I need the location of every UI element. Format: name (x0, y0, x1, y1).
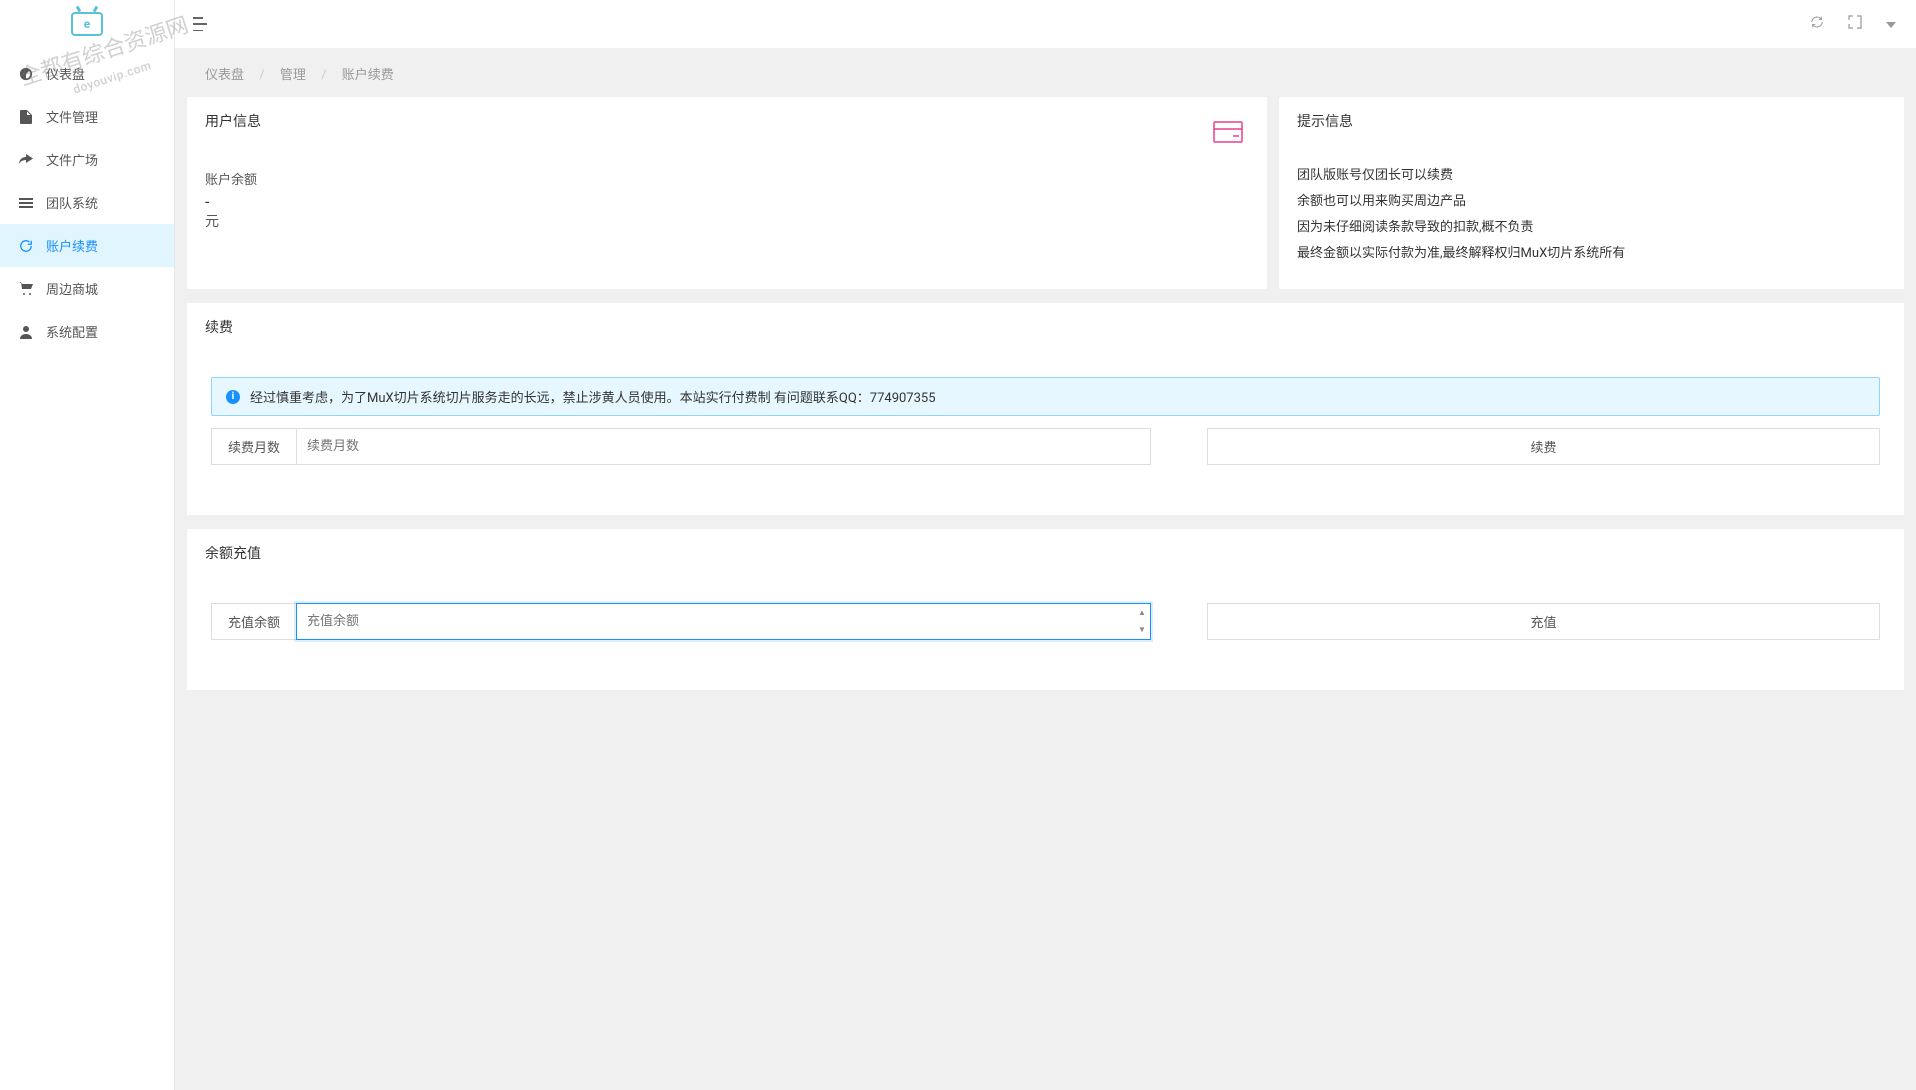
nav-label: 文件管理 (46, 107, 98, 126)
sidebar-item-settings[interactable]: 系统配置 (0, 310, 174, 353)
alert-text: 经过慎重考虑，为了MuX切片系统切片服务走的长远，禁止涉黄人员使用。本站实行付费… (250, 387, 936, 406)
balance-value: - (205, 192, 1195, 211)
spinner-up-icon[interactable]: ▲ (1134, 604, 1150, 622)
spinner-down-icon[interactable]: ▼ (1134, 622, 1150, 640)
logo[interactable]: e (0, 0, 174, 48)
card-title: 提示信息 (1279, 97, 1904, 145)
sidebar-item-renew[interactable]: 账户续费 (0, 224, 174, 267)
user-icon (18, 324, 34, 340)
months-input[interactable] (296, 428, 1151, 465)
recharge-button[interactable]: 充值 (1207, 603, 1880, 640)
tip-item: 因为未仔细阅读条款导致的扣款,概不负责 (1297, 215, 1886, 241)
nav-label: 文件广场 (46, 150, 98, 169)
nav-label: 团队系统 (46, 193, 98, 212)
fullscreen-icon[interactable] (1848, 15, 1862, 33)
dashboard-icon (18, 66, 34, 82)
file-icon (18, 109, 34, 125)
sidebar-item-files[interactable]: 文件管理 (0, 95, 174, 138)
dropdown-icon[interactable] (1886, 16, 1896, 32)
tip-item: 团队版账号仅团长可以续费 (1297, 163, 1886, 189)
cart-icon (18, 281, 34, 297)
section-title: 续费 (187, 303, 1904, 377)
breadcrumb: 仪表盘 / 管理 / 账户续费 (187, 60, 1904, 97)
recharge-section: 余额充值 充值余额 ▲ ▼ 充值 (187, 529, 1904, 690)
tip-item: 余额也可以用来购买周边产品 (1297, 189, 1886, 215)
main-content: 仪表盘 / 管理 / 账户续费 用户信息 账户余额 - 元 提示信息 团队版账号… (175, 48, 1916, 1090)
tip-item: 最终金额以实际付款为准,最终解释权归MuX切片系统所有 (1297, 241, 1886, 267)
nav-label: 账户续费 (46, 236, 98, 255)
section-title: 余额充值 (187, 529, 1904, 603)
refresh-icon[interactable] (1810, 15, 1824, 33)
breadcrumb-separator: / (259, 68, 264, 83)
breadcrumb-item: 账户续费 (342, 68, 394, 83)
input-label: 充值余额 (211, 603, 296, 640)
breadcrumb-item[interactable]: 管理 (280, 68, 306, 83)
header-left (187, 17, 203, 31)
months-input-group: 续费月数 (211, 428, 1151, 465)
sidebar: e 仪表盘 文件管理 文件广场 团队系统 (0, 0, 175, 1090)
refresh-icon (18, 238, 34, 254)
renew-section: 续费 i 经过慎重考虑，为了MuX切片系统切片服务走的长远，禁止涉黄人员使用。本… (187, 303, 1904, 515)
amount-input-group: 充值余额 ▲ ▼ (211, 603, 1151, 640)
menu-icon (18, 195, 34, 211)
amount-input[interactable] (296, 603, 1151, 640)
tips-card: 提示信息 团队版账号仅团长可以续费 余额也可以用来购买周边产品 因为未仔细阅读条… (1279, 97, 1904, 289)
info-icon: i (226, 390, 240, 404)
nav-label: 周边商城 (46, 279, 98, 298)
credit-card-icon (1213, 97, 1267, 147)
user-info-card: 用户信息 账户余额 - 元 (187, 97, 1267, 289)
header-right (1810, 15, 1904, 33)
sidebar-item-dashboard[interactable]: 仪表盘 (0, 52, 174, 95)
breadcrumb-separator: / (321, 68, 326, 83)
renew-button[interactable]: 续费 (1207, 428, 1880, 465)
breadcrumb-item[interactable]: 仪表盘 (205, 68, 244, 83)
balance-unit: 元 (205, 211, 1195, 231)
card-title: 用户信息 (187, 97, 1213, 145)
menu-toggle-button[interactable] (187, 17, 203, 31)
header (175, 0, 1916, 48)
info-alert: i 经过慎重考虑，为了MuX切片系统切片服务走的长远，禁止涉黄人员使用。本站实行… (211, 377, 1880, 416)
number-spinner[interactable]: ▲ ▼ (1134, 604, 1150, 639)
sidebar-item-plaza[interactable]: 文件广场 (0, 138, 174, 181)
balance-label: 账户余额 (205, 163, 1195, 188)
sidebar-item-team[interactable]: 团队系统 (0, 181, 174, 224)
share-icon (18, 152, 34, 168)
sidebar-item-shop[interactable]: 周边商城 (0, 267, 174, 310)
nav-label: 系统配置 (46, 322, 98, 341)
nav-label: 仪表盘 (46, 64, 85, 83)
nav-menu: 仪表盘 文件管理 文件广场 团队系统 账户续费 (0, 48, 174, 353)
input-label: 续费月数 (211, 428, 296, 465)
logo-icon: e (71, 12, 103, 36)
